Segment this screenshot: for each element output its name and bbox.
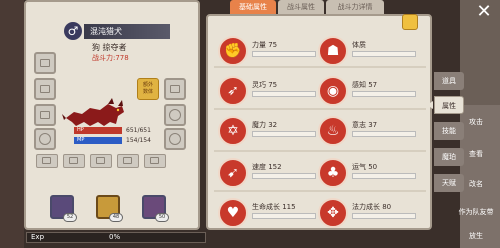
speed-icon: ➹ bbox=[218, 158, 248, 188]
attribute-hp-growth: ♥ 生命成长 115 bbox=[218, 198, 318, 230]
tab-basic-attributes[interactable]: 基础属性 bbox=[230, 0, 276, 14]
gear-slot-5[interactable] bbox=[144, 154, 166, 168]
hp-value: 651/651 bbox=[126, 127, 151, 134]
attribute-bar bbox=[252, 51, 316, 57]
row-divider bbox=[214, 150, 426, 152]
body-icon: ☗ bbox=[318, 36, 348, 66]
attribute-label: 意志 37 bbox=[352, 121, 378, 129]
attribute-label: 感知 57 bbox=[352, 81, 378, 89]
clover-icon: ♣ bbox=[318, 158, 348, 188]
fist-icon: ✊ bbox=[218, 36, 248, 66]
attribute-bar bbox=[252, 173, 316, 179]
side-tab-attributes[interactable]: 属性 bbox=[434, 96, 464, 114]
star-icon: ✡ bbox=[218, 116, 248, 146]
row-divider bbox=[214, 190, 426, 192]
mp-value: 154/154 bbox=[126, 137, 151, 144]
attribute-luck: ♣ 运气 50 bbox=[318, 158, 418, 190]
skill-slot-2[interactable]: 48 bbox=[96, 195, 123, 222]
mp-label: MP bbox=[77, 137, 85, 143]
eye-icon: ◉ bbox=[318, 76, 348, 106]
attribute-strength: ✊ 力量 75 bbox=[218, 36, 318, 68]
attribute-bar bbox=[252, 91, 316, 97]
skill-slot-3[interactable]: 50 bbox=[142, 195, 169, 222]
extra-stats-button[interactable]: 额外 数体 bbox=[137, 78, 159, 100]
character-name: 混沌猎犬 bbox=[84, 24, 170, 39]
gear-slot-2[interactable] bbox=[63, 154, 85, 168]
attribute-label: 力量 75 bbox=[252, 41, 278, 49]
attribute-label: 速度 152 bbox=[252, 163, 282, 171]
view-button[interactable]: 查看 bbox=[454, 146, 498, 162]
tab-combat-attributes[interactable]: 战斗属性 bbox=[278, 0, 324, 14]
row-divider bbox=[214, 108, 426, 110]
attribute-label: 运气 50 bbox=[352, 163, 378, 171]
hp-label: HP bbox=[77, 127, 84, 133]
reward-icon[interactable] bbox=[402, 14, 418, 30]
male-icon: ♂ bbox=[64, 22, 82, 40]
release-button[interactable]: 放生 bbox=[454, 228, 498, 244]
attack-button[interactable]: 攻击 bbox=[454, 114, 498, 130]
attribute-constitution: ☗ 体质 bbox=[318, 36, 418, 68]
skill-level-badge: 50 bbox=[155, 213, 169, 222]
equip-slot-right-1[interactable] bbox=[164, 78, 186, 100]
equip-slot-left-1[interactable] bbox=[34, 52, 56, 74]
attribute-bar bbox=[252, 131, 316, 137]
gear-slot-1[interactable] bbox=[36, 154, 58, 168]
attribute-label: 灵巧 75 bbox=[252, 81, 278, 89]
running-icon: ➶ bbox=[218, 76, 248, 106]
attribute-speed: ➹ 速度 152 bbox=[218, 158, 318, 190]
attribute-bar bbox=[252, 213, 316, 219]
equip-slot-left-4[interactable] bbox=[34, 128, 56, 150]
attribute-label: 魔力 32 bbox=[252, 121, 278, 129]
equip-slot-left-2[interactable] bbox=[34, 78, 56, 100]
attribute-perception: ◉ 感知 57 bbox=[318, 76, 418, 108]
heart-icon: ♥ bbox=[218, 198, 248, 228]
attribute-bar bbox=[352, 51, 416, 57]
attribute-label: 体质 bbox=[352, 41, 366, 49]
gear-slot-4[interactable] bbox=[117, 154, 139, 168]
vitals-bars: HP 651/651 MP 154/154 bbox=[74, 126, 170, 146]
crystal-icon: ✥ bbox=[318, 198, 348, 228]
attribute-will: ♨ 意志 37 bbox=[318, 116, 418, 148]
attribute-label: 生命成长 115 bbox=[252, 203, 296, 211]
close-icon[interactable]: ✕ bbox=[474, 2, 494, 22]
attribute-dexterity: ➶ 灵巧 75 bbox=[218, 76, 318, 108]
skill-slot-1[interactable]: 52 bbox=[50, 195, 77, 222]
attribute-bar bbox=[352, 91, 416, 97]
attribute-mp-growth: ✥ 法力成长 80 bbox=[318, 198, 418, 230]
rename-button[interactable]: 改名 bbox=[454, 176, 498, 192]
side-tab-items[interactable]: 道具 bbox=[434, 72, 464, 90]
equip-slot-left-3[interactable] bbox=[34, 104, 56, 126]
exp-value: 0% bbox=[109, 233, 121, 241]
attribute-bar bbox=[352, 213, 416, 219]
exp-bar: Exp 0% bbox=[26, 232, 206, 243]
active-tab-pointer bbox=[427, 101, 433, 109]
tab-power-details[interactable]: 战斗力详情 bbox=[326, 0, 384, 14]
equip-slot-right-2[interactable] bbox=[164, 104, 186, 126]
exp-label: Exp bbox=[31, 233, 45, 241]
left-backdrop bbox=[0, 0, 24, 248]
attribute-bar bbox=[352, 173, 416, 179]
skill-level-badge: 52 bbox=[63, 213, 77, 222]
gear-slot-3[interactable] bbox=[90, 154, 112, 168]
attribute-bar bbox=[352, 131, 416, 137]
character-title: 狗 掠夺者 bbox=[92, 43, 127, 52]
character-power: 战斗力:778 bbox=[92, 54, 129, 62]
attribute-label: 法力成长 80 bbox=[352, 203, 392, 211]
take-as-teammate-button[interactable]: 作为队友带 bbox=[448, 204, 500, 220]
skill-level-badge: 48 bbox=[109, 213, 123, 222]
flame-icon: ♨ bbox=[318, 116, 348, 146]
attribute-magic: ✡ 魔力 32 bbox=[218, 116, 318, 148]
